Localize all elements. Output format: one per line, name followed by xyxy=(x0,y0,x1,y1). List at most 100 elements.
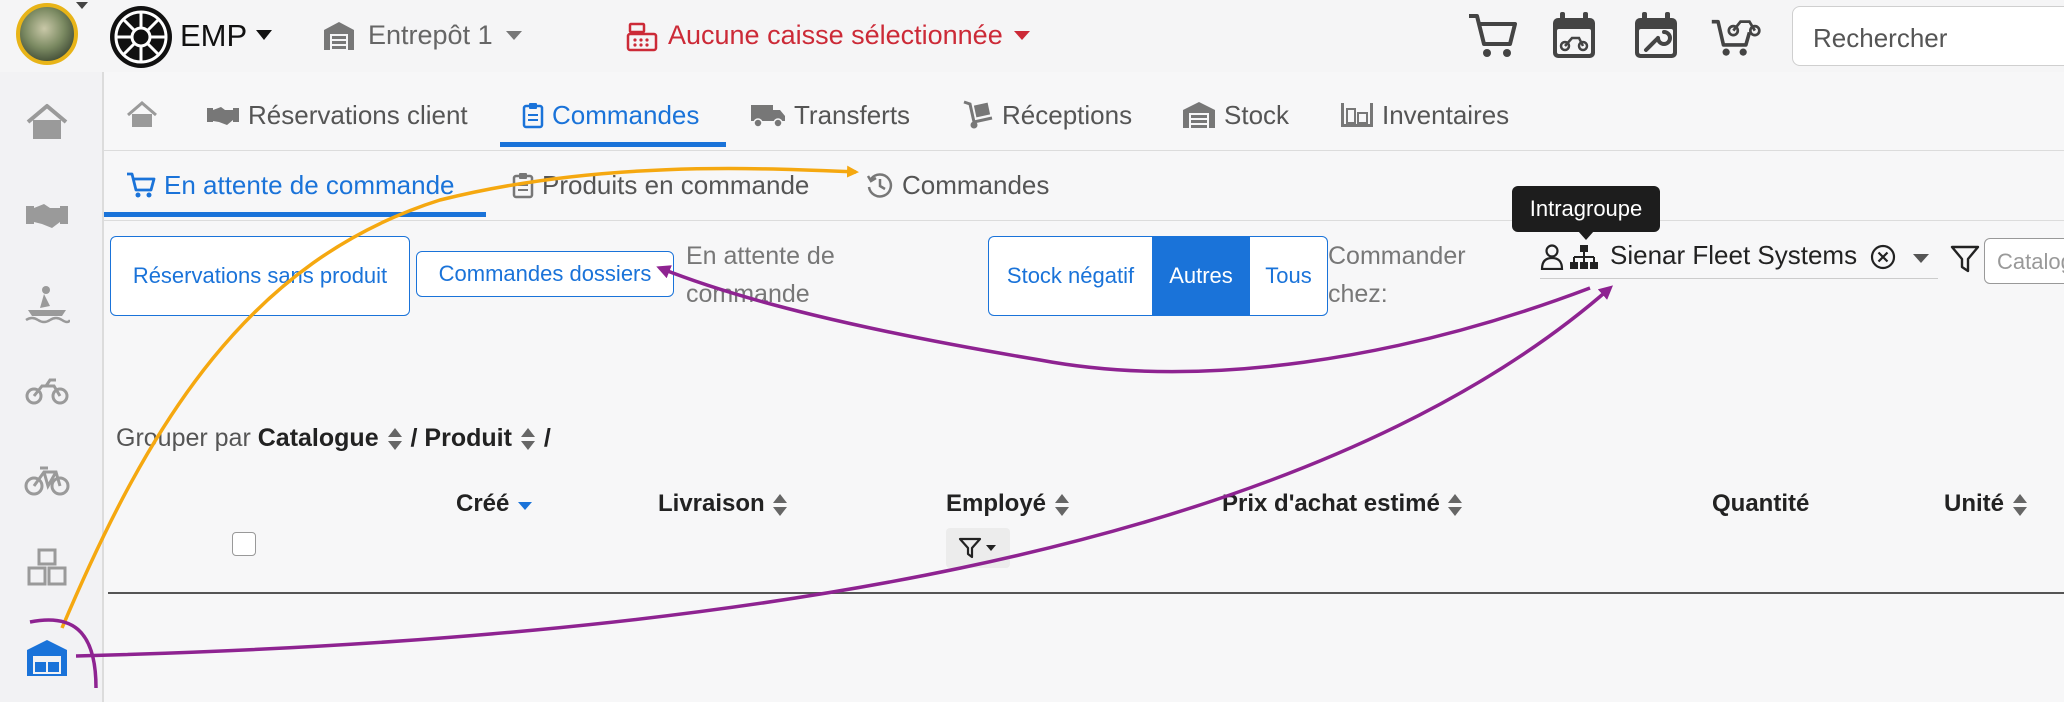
column-label: Prix d'achat estimé xyxy=(1222,490,1440,517)
tab-stock[interactable]: Stock xyxy=(1182,80,1289,150)
column-label: Unité xyxy=(1944,490,2004,517)
segment-negative-stock[interactable]: Stock négatif xyxy=(988,236,1152,316)
warehouse-icon xyxy=(1183,102,1215,128)
warehouse-caret-icon[interactable] xyxy=(506,31,522,40)
status-text: En attente de commande xyxy=(686,242,835,308)
tab-home[interactable] xyxy=(126,80,158,150)
sort-icon[interactable] xyxy=(386,426,404,452)
column-label: Livraison xyxy=(658,490,765,517)
subtab-orders-history[interactable]: Commandes xyxy=(866,150,1049,220)
order-from-label: Commander chez: xyxy=(1328,242,1466,308)
filter-icon[interactable] xyxy=(1950,244,1980,274)
tab-inventories[interactable]: Inventaires xyxy=(1340,80,1509,150)
supplier-dropdown-icon[interactable] xyxy=(1913,254,1929,263)
filter-dropdown-icon xyxy=(958,537,996,559)
tab-orders[interactable]: Commandes xyxy=(522,80,699,150)
sitemap-icon xyxy=(1570,245,1598,269)
sort-icon xyxy=(773,493,788,516)
column-label: Créé xyxy=(456,490,510,517)
column-label: Employé xyxy=(946,490,1047,517)
subtab-products-on-order[interactable]: Produits en commande xyxy=(512,150,809,220)
sidebar-handshake-icon[interactable] xyxy=(24,194,70,234)
active-tab-indicator xyxy=(500,142,726,147)
group-level-product[interactable]: Produit xyxy=(424,424,512,452)
calendar-wrench-icon[interactable] xyxy=(1630,10,1682,62)
user-icon xyxy=(1540,244,1564,270)
dossier-orders-button[interactable]: Commandes dossiers xyxy=(416,251,674,297)
sort-desc-icon xyxy=(518,501,533,510)
reservations-without-product-button[interactable]: Réservations sans produit xyxy=(110,236,410,316)
sidebar xyxy=(0,72,104,702)
sidebar-jetski-icon[interactable] xyxy=(24,284,70,324)
select-all-checkbox[interactable] xyxy=(232,532,256,556)
pallet-icon xyxy=(1341,103,1373,127)
sidebar-motorcycle-icon[interactable] xyxy=(24,370,70,410)
empire-logo-icon[interactable] xyxy=(110,6,172,68)
top-bar: EMP Entrepôt 1 Aucune caisse sélectionné… xyxy=(0,0,2064,72)
table-header-divider xyxy=(108,592,2064,594)
sort-icon xyxy=(2012,493,2027,516)
search-input[interactable]: Rechercher xyxy=(1792,6,2064,66)
subtab-awaiting-order[interactable]: En attente de commande xyxy=(126,150,455,220)
tab-label: Réservations client xyxy=(248,99,468,130)
cash-register-icon xyxy=(626,22,658,52)
dolly-icon xyxy=(963,100,993,129)
active-subtab-indicator xyxy=(104,212,486,217)
clipboard-list-icon xyxy=(512,173,534,199)
tab-label: Commandes xyxy=(552,99,700,130)
group-separator: / xyxy=(543,424,551,452)
sidebar-boxes-icon[interactable] xyxy=(24,548,70,588)
tab-label: Stock xyxy=(1224,99,1290,130)
sort-icon xyxy=(1448,493,1463,516)
subtab-label: En attente de commande xyxy=(164,169,455,200)
brand-name[interactable]: EMP xyxy=(180,18,247,54)
supplier-name: Sienar Fleet Systems xyxy=(1610,240,1858,270)
segment-others[interactable]: Autres xyxy=(1152,236,1250,316)
home-icon xyxy=(127,101,157,127)
employee-filter-button[interactable] xyxy=(946,528,1010,568)
register-caret-icon[interactable] xyxy=(1014,31,1030,40)
segment-all[interactable]: Tous xyxy=(1250,236,1328,316)
column-label: Quantité xyxy=(1712,490,1810,517)
intragroup-tooltip: Intragroupe xyxy=(1512,186,1660,232)
column-quantity: Quantité xyxy=(1712,490,1809,518)
supplier-select[interactable]: Sienar Fleet Systems xyxy=(1540,236,1938,279)
column-estimated-price[interactable]: Prix d'achat estimé xyxy=(1222,490,1464,518)
clear-icon[interactable] xyxy=(1870,244,1896,270)
user-avatar[interactable] xyxy=(16,3,78,65)
sidebar-home-icon[interactable] xyxy=(24,102,70,142)
column-created[interactable]: Créé xyxy=(456,490,534,518)
register-selector[interactable]: Aucune caisse sélectionnée xyxy=(668,20,1003,51)
sidebar-warehouse-icon[interactable] xyxy=(24,638,70,678)
group-by-label: Grouper par xyxy=(116,424,251,452)
brand-caret-icon[interactable] xyxy=(256,30,272,40)
sort-icon xyxy=(1054,493,1069,516)
cart-motorcycle-icon[interactable] xyxy=(1710,10,1762,62)
column-delivery[interactable]: Livraison xyxy=(658,490,789,518)
history-icon xyxy=(866,173,893,198)
tab-client-reservations[interactable]: Réservations client xyxy=(206,80,468,150)
cart-icon xyxy=(127,172,156,198)
warehouse-selector[interactable]: Entrepôt 1 xyxy=(368,20,493,51)
tab-receptions[interactable]: Réceptions xyxy=(962,80,1132,150)
handshake-icon xyxy=(207,107,239,125)
truck-icon xyxy=(751,105,785,128)
clipboard-icon xyxy=(522,103,544,129)
warehouse-icon xyxy=(324,22,354,50)
tab-transfers[interactable]: Transferts xyxy=(750,80,910,150)
avatar-caret-icon[interactable] xyxy=(76,2,88,9)
column-unit[interactable]: Unité xyxy=(1944,490,2029,518)
sidebar-bicycle-icon[interactable] xyxy=(24,460,70,500)
subtab-label: Produits en commande xyxy=(542,169,810,200)
tab-label: Réceptions xyxy=(1002,99,1133,130)
group-level-catalog[interactable]: Catalogue xyxy=(258,424,379,452)
subtab-label: Commandes xyxy=(902,169,1050,200)
catalog-filter-input[interactable]: Catalogue xyxy=(1984,238,2064,284)
cart-icon[interactable] xyxy=(1466,10,1518,62)
group-separator: / xyxy=(410,424,418,452)
calendar-motorcycle-icon[interactable] xyxy=(1548,10,1600,62)
sort-icon[interactable] xyxy=(519,426,537,452)
group-by-bar: Grouper par Catalogue / Produit / xyxy=(116,424,551,453)
purple-annotation-arrow xyxy=(75,285,1614,658)
column-employee[interactable]: Employé xyxy=(946,490,1071,518)
